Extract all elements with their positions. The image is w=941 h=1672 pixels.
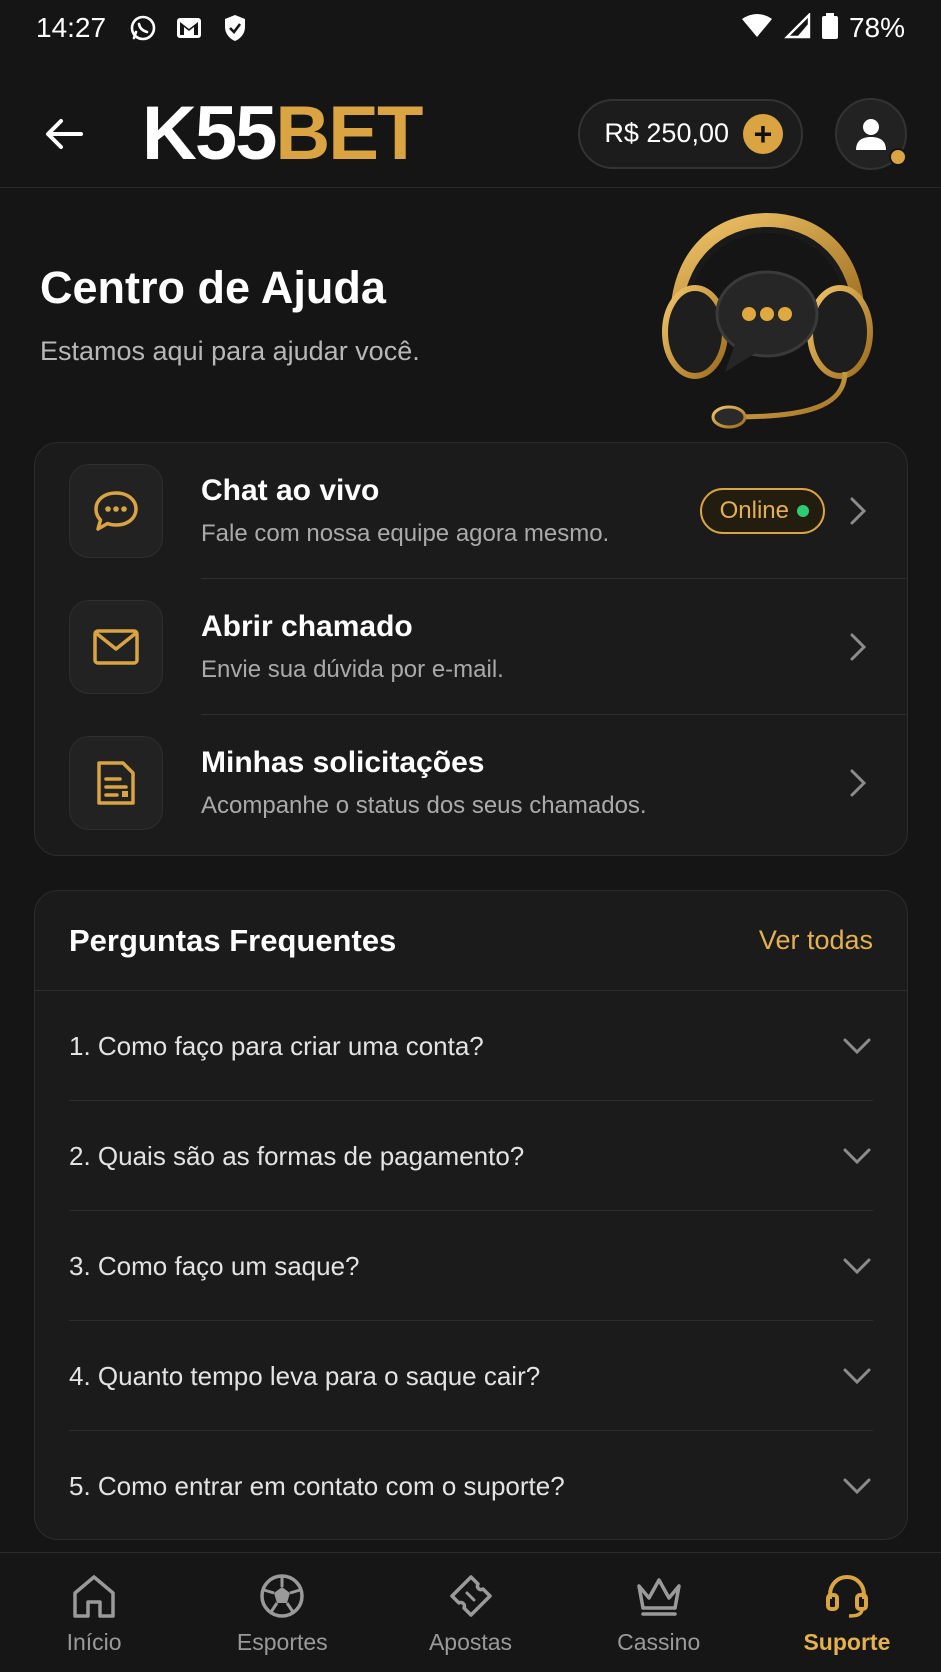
nav-label: Apostas (428, 1629, 513, 1655)
nav-item-apostas[interactable]: Apostas (376, 1553, 564, 1672)
nav-label: Início (66, 1629, 122, 1655)
chevron-down-icon (841, 1250, 873, 1282)
headset-illustration (655, 212, 880, 432)
add-funds-button[interactable]: + (743, 113, 783, 154)
mail-icon (69, 600, 163, 694)
my-requests-desc: Acompanhe o status dos seus chamados. (201, 792, 647, 819)
logo-text-bet: BET (275, 90, 423, 176)
wifi-icon (741, 13, 773, 44)
headset-icon (820, 1569, 874, 1623)
battery-icon (821, 12, 839, 45)
balance-amount: R$ 250,00 (604, 118, 729, 148)
page-subtitle: Estamos aqui para ajudar você. (40, 336, 420, 366)
my-requests-option[interactable]: Minhas solicitações Acompanhe o status d… (35, 715, 907, 851)
open-ticket-title: Abrir chamado (201, 610, 413, 643)
chevron-right-icon (843, 768, 873, 798)
faq-item[interactable]: 5. Como entrar em contato com o suporte? (35, 1431, 907, 1539)
status-time: 14:27 (36, 12, 107, 43)
faq-item[interactable]: 1. Como faço para criar uma conta? (35, 991, 907, 1101)
signal-icon (783, 11, 811, 44)
gmail-icon (174, 13, 204, 43)
shield-icon (220, 13, 250, 43)
live-chat-title: Chat ao vivo (201, 474, 380, 507)
faq-item[interactable]: 2. Quais são as formas de pagamento? (35, 1101, 907, 1211)
nav-item-esportes[interactable]: Esportes (188, 1553, 376, 1672)
faq-title: Perguntas Frequentes (69, 922, 397, 958)
nav-item-inicio[interactable]: Início (0, 1553, 188, 1672)
faq-item[interactable]: 4. Quanto tempo leva para o saque cair? (35, 1321, 907, 1431)
back-button[interactable] (34, 104, 94, 164)
arrow-left-icon (46, 118, 83, 149)
open-ticket-desc: Envie sua dúvida por e-mail. (201, 656, 504, 683)
logo-text-k55: K55 (142, 90, 277, 176)
my-requests-title: Minhas solicitações (201, 746, 485, 779)
nav-label: Cassino (617, 1629, 701, 1655)
home-icon (67, 1569, 121, 1623)
faq-question: 3. Como faço um saque? (69, 1250, 360, 1281)
ticket-icon (444, 1569, 498, 1623)
chat-bubble-icon (69, 464, 163, 558)
faq-question: 4. Quanto tempo leva para o saque cair? (69, 1360, 541, 1391)
nav-label: Esportes (236, 1629, 328, 1655)
chevron-down-icon (841, 1140, 873, 1172)
nav-label: Suporte (803, 1629, 891, 1655)
chevron-down-icon (841, 1360, 873, 1392)
chevron-right-icon (843, 496, 873, 526)
support-options-card: Chat ao vivo Fale com nossa equipe agora… (34, 442, 908, 856)
online-status-label: Online (719, 497, 789, 524)
crown-icon (632, 1569, 686, 1623)
online-indicator-dot (797, 505, 809, 517)
soccer-ball-icon (255, 1569, 309, 1623)
whatsapp-icon (128, 13, 158, 43)
faq-question: 5. Como entrar em contato com o suporte? (69, 1470, 565, 1501)
profile-button[interactable] (835, 97, 907, 170)
app-header: K55BET R$ 250,00 + (0, 80, 941, 188)
chevron-right-icon (843, 632, 873, 662)
online-status-badge: Online (699, 488, 825, 534)
document-icon (69, 736, 163, 830)
chevron-down-icon (841, 1470, 873, 1502)
nav-item-suporte[interactable]: Suporte (753, 1553, 941, 1672)
see-all-link[interactable]: Ver todas (759, 925, 873, 956)
brand-logo[interactable]: K55BET (142, 95, 423, 172)
nav-item-cassino[interactable]: Cassino (565, 1553, 753, 1672)
faq-question: 2. Quais são as formas de pagamento? (69, 1140, 525, 1171)
notification-dot (889, 147, 907, 166)
faq-item[interactable]: 3. Como faço um saque? (35, 1211, 907, 1321)
status-bar: 14:27 78% (0, 0, 941, 56)
bottom-nav: Início Esportes Apostas Cassino Suporte (0, 1552, 941, 1672)
user-icon (856, 118, 886, 150)
open-ticket-option[interactable]: Abrir chamado Envie sua dúvida por e-mai… (35, 579, 907, 715)
page-title: Centro de Ajuda (40, 262, 386, 313)
live-chat-option[interactable]: Chat ao vivo Fale com nossa equipe agora… (35, 443, 907, 579)
live-chat-desc: Fale com nossa equipe agora mesmo. (201, 520, 610, 547)
faq-header: Perguntas Frequentes Ver todas (35, 891, 907, 991)
chevron-down-icon (841, 1030, 873, 1062)
faq-card: Perguntas Frequentes Ver todas 1. Como f… (34, 890, 908, 1540)
battery-percent: 78% (848, 12, 905, 43)
balance-pill[interactable]: R$ 250,00 + (578, 98, 803, 169)
faq-question: 1. Como faço para criar uma conta? (69, 1030, 484, 1061)
